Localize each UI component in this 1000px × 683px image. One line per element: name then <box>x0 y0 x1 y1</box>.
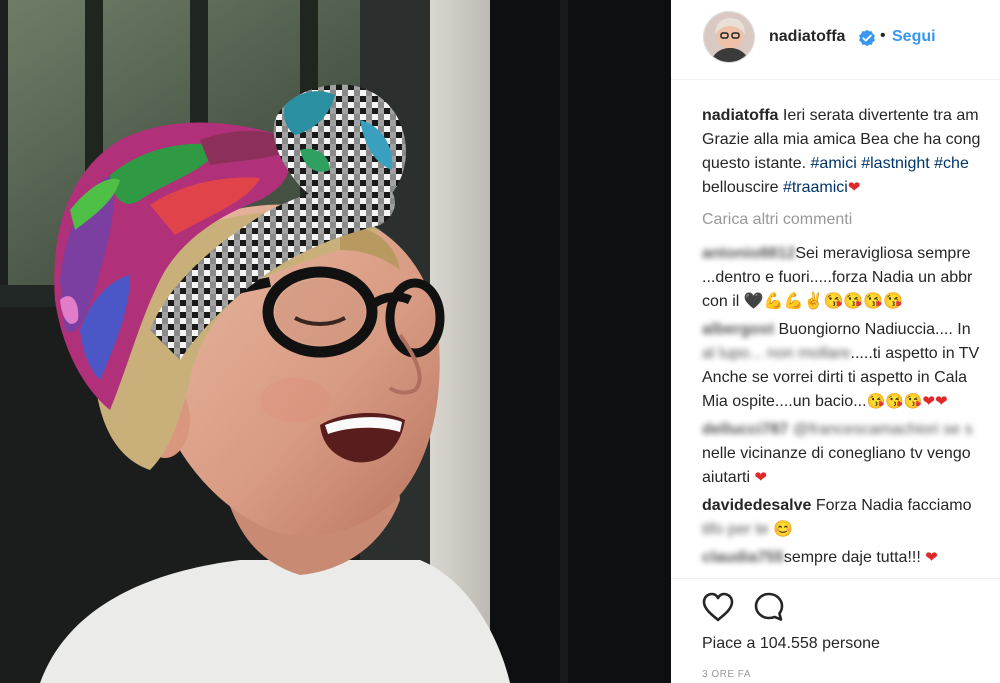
comment-text: ...dentro e fuori.....forza Nadia un abb… <box>702 269 973 286</box>
likes-count[interactable]: Piace a 104.558 persone <box>702 635 880 653</box>
post-timestamp: 3 ORE FA <box>702 669 752 680</box>
comment-text: sempre daje tutta!!! <box>783 549 921 566</box>
post-photo <box>0 0 671 683</box>
caption-hashtags[interactable]: #amici #lastnight #che <box>811 155 969 172</box>
blurred-mention: @francescamachiori se s <box>792 421 973 438</box>
comment-text: nelle vicinanze di conegliano tv vengo <box>702 445 971 462</box>
comment-text: Sei meravigliosa sempre <box>795 245 971 262</box>
speech-bubble-icon[interactable] <box>753 591 785 623</box>
comment-text: Buongiorno Nadiuccia.... In <box>778 321 971 338</box>
author-avatar[interactable] <box>703 11 755 63</box>
emoji-row: 😘😘😘❤❤ <box>866 393 948 410</box>
load-more-comments-button[interactable]: Carica altri commenti <box>702 208 1000 232</box>
heart-emoji: ❤ <box>925 549 938 566</box>
caption: nadiatoffa Ieri serata divertente tra am… <box>702 104 1000 200</box>
caption-text-line2: Grazie alla mia amica Bea che ha cong <box>702 131 981 148</box>
blurred-text: al lupo... non mollare <box>702 345 851 362</box>
emoji-row: 🖤💪💪✌😘😘😘😘 <box>743 293 904 310</box>
smile-emoji: 😊 <box>773 521 794 538</box>
comments-list: nadiatoffa Ieri serata divertente tra am… <box>702 104 1000 574</box>
verified-badge-icon <box>858 29 876 47</box>
comment-item: albergost Buongiorno Nadiuccia.... In al… <box>702 318 1000 414</box>
blurred-text: tifo per te <box>702 521 769 538</box>
comment-item: davidedesalve Forza Nadia facciamo tifo … <box>702 494 1000 542</box>
comment-text: Forza Nadia facciamo <box>815 497 972 514</box>
caption-text-line3: questo istante. <box>702 155 807 172</box>
author-username[interactable]: nadiatoffa <box>769 28 845 46</box>
comment-text: aiutarti <box>702 469 751 486</box>
caption-hashtag-traamici[interactable]: #traamici <box>783 179 848 196</box>
heart-outline-icon[interactable] <box>701 591 735 623</box>
comment-text: Mia ospite....un bacio... <box>702 393 867 410</box>
caption-username[interactable]: nadiatoffa <box>702 107 778 124</box>
post-header: nadiatoffa • Segui <box>671 0 1000 80</box>
comment-item: dellucci787 @francescamachiori se s nell… <box>702 418 1000 490</box>
comment-item: antonio8812Sei meravigliosa sempre ...de… <box>702 242 1000 314</box>
comment-username[interactable]: albergost <box>702 318 774 342</box>
comment-username[interactable]: dellucci787 <box>702 418 788 442</box>
comment-username[interactable]: davidedesalve <box>702 497 811 514</box>
comment-username[interactable]: claudia755 <box>702 546 784 570</box>
comment-text: .....ti aspetto in TV <box>850 345 980 362</box>
heart-emoji: ❤ <box>847 179 861 196</box>
comment-username[interactable]: antonio8812 <box>702 242 795 266</box>
follow-button[interactable]: Segui <box>892 28 936 46</box>
post-actions: Piace a 104.558 persone 3 ORE FA <box>671 578 1000 683</box>
comment-text: con il <box>702 293 740 310</box>
caption-text-line1: Ieri serata divertente tra am <box>782 107 979 124</box>
comment-text: Anche se vorrei dirti ti aspetto in Cala <box>702 369 968 386</box>
comment-item: claudia755sempre daje tutta!!! ❤ <box>702 546 1000 570</box>
separator-dot: • <box>880 27 886 44</box>
caption-text-line4: bellouscire <box>702 179 779 196</box>
post-sidebar: nadiatoffa • Segui nadiatoffa Ieri serat… <box>671 0 1000 683</box>
heart-emoji: ❤ <box>754 469 768 486</box>
